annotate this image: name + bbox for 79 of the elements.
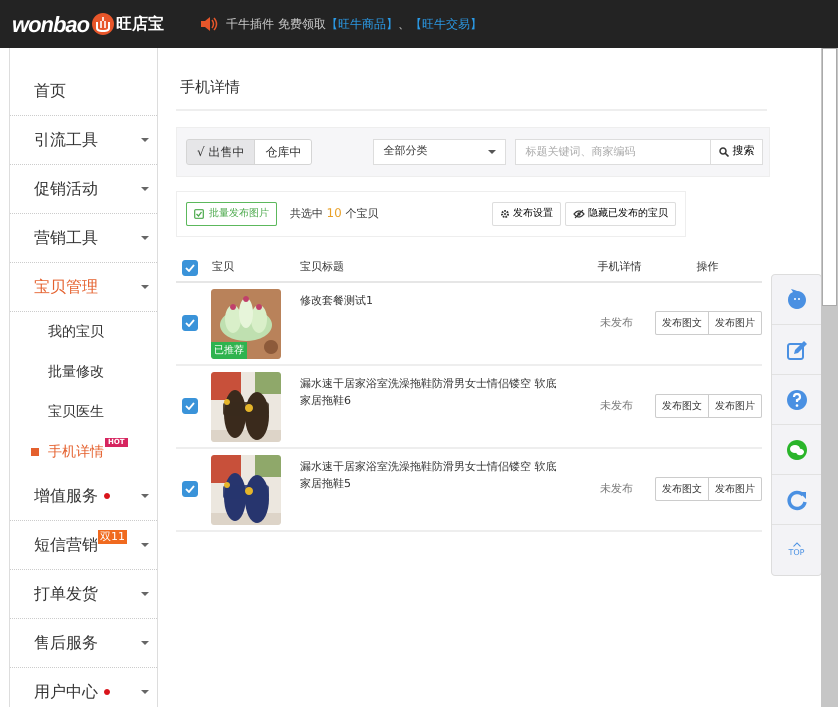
caret-icon <box>141 641 149 645</box>
product-title: 漏水速干居家浴室洗澡拖鞋防滑男女士情侣镂空 软底家居拖鞋5 <box>300 458 558 492</box>
sidebar-item[interactable]: 首页 <box>10 67 157 116</box>
eye-slash-icon <box>573 208 585 218</box>
speaker-icon <box>200 16 218 32</box>
checkmark-icon <box>185 402 195 410</box>
column-header: 操作 <box>696 259 720 276</box>
sidebar-item[interactable]: 促销活动 <box>10 165 157 214</box>
publish-button[interactable]: 发布图文 <box>655 477 709 501</box>
help-icon <box>786 388 808 410</box>
search-field[interactable]: 标题关键词、商家编码 <box>515 138 712 164</box>
caret-up-icon <box>792 542 800 546</box>
checkbox[interactable] <box>182 315 198 331</box>
active-marker <box>31 448 39 456</box>
caret-icon <box>141 285 149 289</box>
status-dot <box>104 493 110 499</box>
publish-status: 未发布 <box>599 480 634 497</box>
promo-link[interactable]: 【旺牛交易】 <box>410 15 482 33</box>
sidebar-subitem[interactable]: 宝贝医生 <box>10 392 157 432</box>
gear-icon <box>500 208 510 218</box>
chat-icon <box>786 438 808 460</box>
recommended-tag: 已推荐 <box>211 342 247 358</box>
caret-icon <box>141 138 149 142</box>
checkbox-icon <box>194 208 204 218</box>
checkmark-icon <box>185 319 195 327</box>
brand-name: 旺店宝 <box>116 13 164 35</box>
logo-icon <box>92 13 114 35</box>
publish-button[interactable]: 发布图片 <box>709 311 762 335</box>
caret-icon <box>141 187 149 191</box>
settings-button[interactable]: 发布设置 <box>492 202 561 226</box>
search-icon <box>719 146 730 156</box>
edit-icon <box>786 338 808 360</box>
page-title: 手机详情 <box>176 48 767 110</box>
separator-text: 、 <box>398 16 410 33</box>
promo-badge: 双11 <box>98 530 127 544</box>
checkbox[interactable] <box>182 260 198 276</box>
sidebar-item[interactable]: 售后服务 <box>10 619 157 668</box>
publish-button[interactable]: 发布图文 <box>655 394 709 418</box>
publish-status: 未发布 <box>599 398 634 414</box>
column-header: 宝贝 <box>212 259 235 276</box>
publish-button[interactable]: 发布图片 <box>709 477 762 501</box>
sidebar-item[interactable]: 引流工具 <box>10 116 157 165</box>
sidebar-item[interactable]: 用户中心 <box>10 668 157 707</box>
checkmark-icon <box>185 264 195 272</box>
scrollbar-thumb[interactable] <box>822 48 837 306</box>
column-header: 宝贝标题 <box>300 259 346 276</box>
status-dot <box>104 689 110 695</box>
product-title: 漏水速干居家浴室洗澡拖鞋防滑男女士情侣镂空 软底家居拖鞋6 <box>300 376 558 408</box>
checkmark-icon <box>185 485 195 493</box>
caret-icon <box>488 150 496 154</box>
sidebar-item[interactable]: 增值服务 <box>10 472 157 521</box>
column-header: 手机详情 <box>596 259 642 276</box>
notice-text: 千牛插件 免费领取 <box>226 16 326 33</box>
sidebar-item[interactable]: 营销工具 <box>10 214 157 263</box>
publish-status: 未发布 <box>599 314 634 331</box>
caret-icon <box>141 494 149 498</box>
hide-button[interactable]: 隐藏已发布的宝贝 <box>565 202 676 226</box>
caret-icon <box>141 236 149 240</box>
caret-icon <box>141 690 149 694</box>
product-title: 修改套餐测试1 <box>300 292 374 308</box>
checkbox[interactable] <box>182 398 198 414</box>
logo-text: wonbao <box>12 10 90 38</box>
sidebar-subitem[interactable]: 批量修改 <box>10 352 157 392</box>
status-tab[interactable]: 仓库中 <box>255 138 312 164</box>
scrollbar[interactable] <box>821 48 838 707</box>
category-dropdown[interactable]: 全部分类 <box>373 138 506 164</box>
caret-icon <box>141 592 149 596</box>
selection-summary: 共选中 10 个宝贝 <box>290 205 378 222</box>
promo-link[interactable]: 【旺牛商品】 <box>326 15 398 33</box>
publish-button[interactable]: 发布图片 <box>709 394 762 418</box>
sidebar-item[interactable]: 打单发货 <box>10 570 157 619</box>
search-button[interactable]: 搜索 <box>711 138 764 164</box>
refresh-icon <box>786 488 808 510</box>
caret-icon <box>141 543 149 547</box>
sidebar-subitem[interactable]: 我的宝贝 <box>10 312 157 352</box>
publish-button[interactable]: 发布图文 <box>655 311 709 335</box>
status-tab[interactable]: √ 出售中 <box>186 138 256 164</box>
checkbox[interactable] <box>182 481 198 497</box>
chat-bubble-icon <box>786 288 808 310</box>
